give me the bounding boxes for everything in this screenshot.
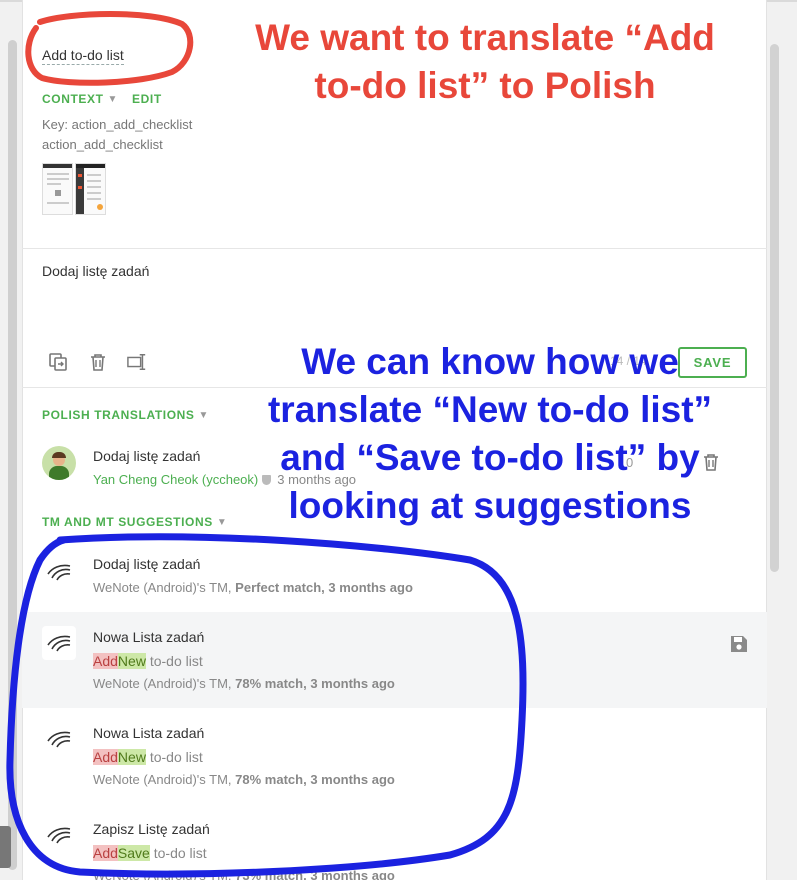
diff-removed: Add [93, 845, 118, 861]
blue-annotation-line: translate “New to-do list” [267, 389, 713, 430]
suggestion-source: WeNote (Android)'s TM, [93, 868, 232, 880]
screenshot-thumbnail[interactable] [75, 163, 106, 215]
blue-annotation-line: looking at suggestions [288, 485, 692, 526]
expand-icon[interactable] [127, 352, 147, 372]
diff-removed: Add [93, 749, 118, 765]
suggestions-label: TM AND MT SUGGESTIONS [42, 515, 213, 529]
polish-translations-header[interactable]: POLISH TRANSLATIONS ▼ [42, 408, 209, 422]
polish-translations-label: POLISH TRANSLATIONS [42, 408, 195, 422]
suggestion-diff: AddNew to-do list [93, 749, 203, 765]
trash-icon[interactable] [88, 352, 108, 372]
suggestion-text: Nowa Lista zadań [93, 725, 205, 741]
left-scrollbar[interactable] [8, 40, 17, 870]
context-toggle[interactable]: CONTEXT [42, 92, 104, 106]
blue-annotation-line: and “Save to-do list” by [280, 437, 700, 478]
context-caret-icon[interactable]: ▼ [108, 94, 119, 105]
translation-editor[interactable]: Dodaj listę zadań [42, 263, 149, 279]
suggestion-item[interactable]: Nowa Lista zadań AddNew to-do list WeNot… [22, 612, 767, 708]
diff-rest: to-do list [145, 653, 203, 669]
diff-added: New [117, 749, 146, 765]
blue-annotation-text: We can know how we translate “New to-do … [200, 338, 780, 530]
tm-logo-icon [42, 555, 76, 589]
key-label: Key: action_add_checklist [42, 117, 193, 132]
suggestion-match: 78% match, 3 months ago [235, 772, 395, 787]
diff-added: New [117, 653, 146, 669]
diff-added: Save [117, 845, 150, 861]
key-value: action_add_checklist [42, 137, 163, 152]
blue-annotation-line: We can know how we [301, 341, 679, 382]
suggestion-text: Nowa Lista zadań [93, 629, 205, 645]
section-divider [22, 248, 767, 249]
save-icon[interactable] [730, 635, 748, 658]
suggestion-source: WeNote (Android)'s TM, [93, 676, 232, 691]
red-annotation-line: to-do list” to Polish [314, 65, 656, 106]
diff-removed: Add [93, 653, 118, 669]
suggestion-item[interactable]: Dodaj listę zadań WeNote (Android)'s TM,… [22, 540, 767, 612]
context-row: CONTEXT ▼ EDIT [42, 92, 162, 106]
suggestion-meta: WeNote (Android)'s TM, 78% match, 3 mont… [93, 676, 395, 691]
edit-context-link[interactable]: EDIT [132, 92, 162, 106]
red-annotation-line: We want to translate “Add [255, 17, 715, 58]
tm-logo-icon [42, 818, 76, 852]
suggestion-source: WeNote (Android)'s TM, [93, 580, 232, 595]
copy-icon[interactable] [48, 352, 68, 372]
suggestion-diff: AddSave to-do list [93, 845, 207, 861]
avatar [42, 446, 76, 480]
suggestion-item[interactable]: Zapisz Listę zadań AddSave to-do list We… [22, 804, 767, 880]
red-annotation-text: We want to translate “Add to-do list” to… [230, 14, 740, 110]
suggestion-match: 73% match, 3 months ago [235, 868, 395, 880]
suggestion-meta: WeNote (Android)'s TM, 78% match, 3 mont… [93, 772, 395, 787]
suggestion-meta: WeNote (Android)'s TM, Perfect match, 3 … [93, 580, 413, 595]
suggestion-match: 78% match, 3 months ago [235, 676, 395, 691]
suggestion-text: Zapisz Listę zadań [93, 821, 210, 837]
suggestion-meta: WeNote (Android)'s TM, 73% match, 3 mont… [93, 868, 395, 880]
suggestion-source: WeNote (Android)'s TM, [93, 772, 232, 787]
diff-rest: to-do list [149, 845, 207, 861]
source-string: Add to-do list [42, 47, 124, 65]
screenshot-thumbnail[interactable] [42, 163, 73, 215]
tm-logo-icon [42, 722, 76, 756]
suggestion-diff: AddNew to-do list [93, 653, 203, 669]
tm-logo-icon [42, 626, 76, 660]
diff-rest: to-do list [145, 749, 203, 765]
left-panel-handle[interactable] [0, 826, 11, 868]
suggestion-match: Perfect match, 3 months ago [235, 580, 413, 595]
suggestion-item[interactable]: Nowa Lista zadań AddNew to-do list WeNot… [22, 708, 767, 804]
suggestion-text: Dodaj listę zadań [93, 556, 201, 572]
existing-translation-text[interactable]: Dodaj listę zadań [93, 448, 200, 464]
